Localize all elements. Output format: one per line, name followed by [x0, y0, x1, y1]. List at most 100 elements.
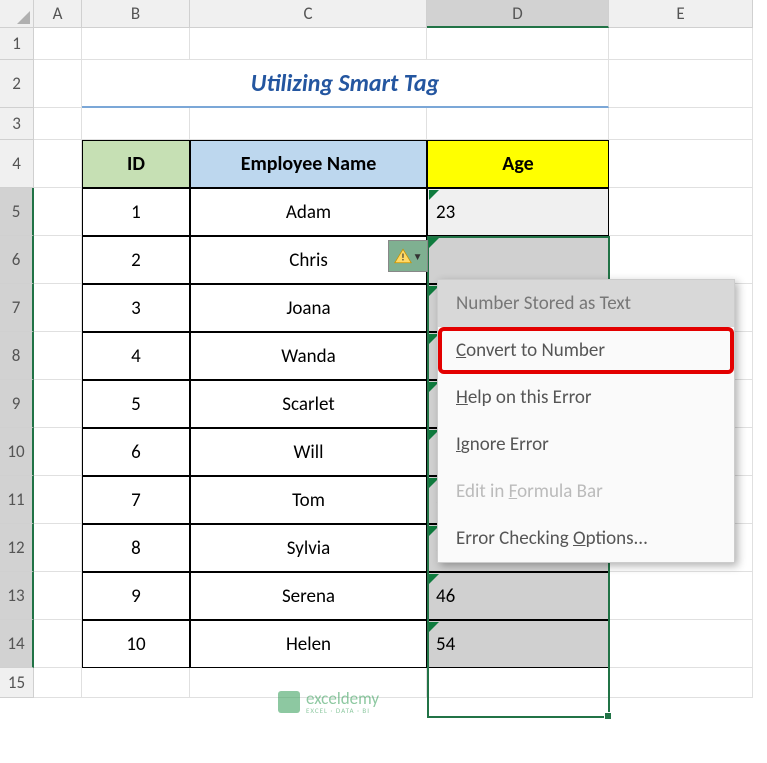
cell-b6[interactable]: 2	[82, 236, 190, 284]
cell-b13[interactable]: 9	[82, 572, 190, 620]
cell-a9[interactable]	[34, 380, 82, 428]
cell-c14[interactable]: Helen	[190, 620, 427, 668]
underline-c: C	[456, 339, 466, 362]
cell-a11[interactable]	[34, 476, 82, 524]
cell-a1[interactable]	[34, 28, 82, 60]
header-id[interactable]: ID	[82, 140, 190, 188]
cell-c3[interactable]	[190, 108, 427, 140]
cell-d13-value: 46	[436, 585, 455, 608]
cell-b14[interactable]: 10	[82, 620, 190, 668]
cell-a3[interactable]	[34, 108, 82, 140]
cell-b9[interactable]: 5	[82, 380, 190, 428]
underline-h: H	[456, 386, 468, 409]
cell-e13[interactable]	[609, 572, 753, 620]
col-header-a[interactable]: A	[34, 0, 82, 28]
cell-b1[interactable]	[82, 28, 190, 60]
cell-c5[interactable]: Adam	[190, 188, 427, 236]
smart-tag-menu: Number Stored as Text Convert to Number …	[437, 279, 735, 563]
menu-formula-prefix: Edit in	[456, 480, 509, 503]
row-header-10[interactable]: 10	[0, 428, 34, 476]
row-header-14[interactable]: 14	[0, 620, 34, 668]
row-header-11[interactable]: 11	[0, 476, 34, 524]
cell-d5[interactable]: 23	[427, 188, 609, 236]
cell-c13[interactable]: Serena	[190, 572, 427, 620]
row-header-12[interactable]: 12	[0, 524, 34, 572]
warning-icon: !	[394, 248, 412, 264]
cell-c9[interactable]: Scarlet	[190, 380, 427, 428]
row-header-1[interactable]: 1	[0, 28, 34, 60]
cell-e1[interactable]	[609, 28, 753, 60]
cell-b10[interactable]: 6	[82, 428, 190, 476]
menu-formula-suffix: ormula Bar	[517, 480, 603, 503]
cell-e3[interactable]	[609, 108, 753, 140]
cell-a15[interactable]	[34, 668, 82, 698]
row-header-4[interactable]: 4	[0, 140, 34, 188]
row-header-15[interactable]: 15	[0, 668, 34, 698]
cell-b8[interactable]: 4	[82, 332, 190, 380]
cell-d15[interactable]	[427, 668, 609, 698]
error-indicator-icon	[429, 238, 439, 248]
select-all-corner[interactable]	[0, 0, 34, 28]
cell-d1[interactable]	[427, 28, 609, 60]
cell-c8[interactable]: Wanda	[190, 332, 427, 380]
cell-e6[interactable]	[609, 236, 753, 284]
cell-d14[interactable]: 54	[427, 620, 609, 668]
col-header-b[interactable]: B	[82, 0, 190, 28]
cell-a2[interactable]	[34, 60, 82, 108]
cell-e4[interactable]	[609, 140, 753, 188]
cell-b5[interactable]: 1	[82, 188, 190, 236]
cell-a14[interactable]	[34, 620, 82, 668]
cell-b3[interactable]	[82, 108, 190, 140]
fill-handle[interactable]	[604, 712, 612, 720]
menu-convert-to-number[interactable]: Convert to Number	[438, 327, 734, 374]
error-indicator-icon	[429, 190, 439, 200]
menu-error-options[interactable]: Error Checking Options...	[438, 515, 734, 562]
cell-b11[interactable]: 7	[82, 476, 190, 524]
cell-a6[interactable]	[34, 236, 82, 284]
cell-d13[interactable]: 46	[427, 572, 609, 620]
menu-edit-formula: Edit in Formula Bar	[438, 468, 734, 515]
cell-a4[interactable]	[34, 140, 82, 188]
cell-a12[interactable]	[34, 524, 82, 572]
cell-a13[interactable]	[34, 572, 82, 620]
header-name[interactable]: Employee Name	[190, 140, 427, 188]
cell-c12[interactable]: Sylvia	[190, 524, 427, 572]
cell-e15[interactable]	[609, 668, 753, 698]
row-header-7[interactable]: 7	[0, 284, 34, 332]
cell-c10[interactable]: Will	[190, 428, 427, 476]
cell-b7[interactable]: 3	[82, 284, 190, 332]
menu-help-error[interactable]: Help on this Error	[438, 374, 734, 421]
title-cell[interactable]: Utilizing Smart Tag	[82, 60, 609, 108]
cell-d6[interactable]	[427, 236, 609, 284]
col-header-c[interactable]: C	[190, 0, 427, 28]
row-header-3[interactable]: 3	[0, 108, 34, 140]
row-header-5[interactable]: 5	[0, 188, 34, 236]
row-header-13[interactable]: 13	[0, 572, 34, 620]
cell-a5[interactable]	[34, 188, 82, 236]
svg-text:!: !	[401, 252, 404, 264]
cell-e14[interactable]	[609, 620, 753, 668]
menu-ignore-error[interactable]: Ignore Error	[438, 421, 734, 468]
cell-a8[interactable]	[34, 332, 82, 380]
row-header-9[interactable]: 9	[0, 380, 34, 428]
cell-c11[interactable]: Tom	[190, 476, 427, 524]
header-age[interactable]: Age	[427, 140, 609, 188]
menu-options-suffix: ptions...	[586, 527, 648, 550]
cell-d3[interactable]	[427, 108, 609, 140]
cell-b15[interactable]	[82, 668, 190, 698]
cell-e5[interactable]	[609, 188, 753, 236]
cell-b12[interactable]: 8	[82, 524, 190, 572]
cell-a7[interactable]	[34, 284, 82, 332]
menu-ignore-label: gnore Error	[461, 433, 549, 456]
cell-a10[interactable]	[34, 428, 82, 476]
row-header-6[interactable]: 6	[0, 236, 34, 284]
col-header-e[interactable]: E	[609, 0, 753, 28]
cell-e2[interactable]	[609, 60, 753, 108]
row-header-8[interactable]: 8	[0, 332, 34, 380]
smart-tag-button[interactable]: ! ▼	[388, 240, 428, 272]
menu-title: Number Stored as Text	[438, 280, 734, 327]
cell-c1[interactable]	[190, 28, 427, 60]
row-header-2[interactable]: 2	[0, 60, 34, 108]
cell-c7[interactable]: Joana	[190, 284, 427, 332]
col-header-d[interactable]: D	[427, 0, 609, 28]
